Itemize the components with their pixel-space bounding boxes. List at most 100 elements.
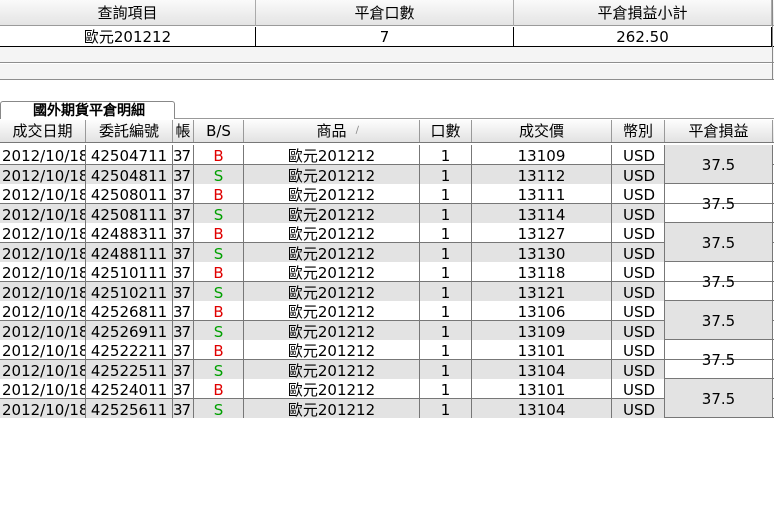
cell-product: 歐元201212 <box>244 281 420 301</box>
cell-currency: USD <box>612 262 665 281</box>
summary-header: 查詢項目 平倉口數 平倉損益小計 <box>0 0 774 26</box>
col-bs[interactable]: B/S <box>194 120 244 142</box>
summary-empty-row <box>0 47 774 63</box>
cell-lots: 1 <box>420 379 472 398</box>
col-price[interactable]: 成交價 <box>472 120 612 142</box>
cell-account: 37 <box>173 262 194 281</box>
col-lots[interactable]: 口數 <box>420 120 472 142</box>
cell-product: 歐元201212 <box>244 203 420 223</box>
cell-bs: S <box>194 281 244 301</box>
cell-trade-date: 2012/10/18 <box>0 203 86 223</box>
table-row[interactable]: 2012/10/18 42504811 37 S 歐元201212 1 13112 USD <box>0 164 774 184</box>
tab-closed-positions[interactable]: 國外期貨平倉明細 <box>0 101 175 119</box>
cell-lots: 1 <box>420 145 472 164</box>
cell-lots: 1 <box>420 242 472 262</box>
col-currency[interactable]: 幣別 <box>612 120 665 142</box>
summary-col-pl[interactable]: 平倉損益小計 <box>514 0 772 26</box>
col-order-no[interactable]: 委託編號 <box>86 120 173 142</box>
summary-row[interactable]: 歐元201212 7 262.50 <box>0 27 774 47</box>
cell-price: 13101 <box>472 379 612 398</box>
pl-merged-column: 37.5 37.5 37.5 37.5 37.5 37.5 37.5 <box>665 145 773 418</box>
cell-pl: 37.5 <box>665 301 773 340</box>
cell-price: 13104 <box>472 359 612 379</box>
cell-lots: 1 <box>420 184 472 203</box>
col-pl[interactable]: 平倉損益 <box>665 120 773 142</box>
detail-grid: 2012/10/18 42504711 37 B 歐元201212 1 13109 USD 20… <box>0 145 774 418</box>
cell-order-no: 42524011 <box>86 379 173 398</box>
cell-pl: 37.5 <box>665 184 773 223</box>
col-product[interactable]: 商品 ∕ <box>244 120 420 142</box>
cell-pl: 37.5 <box>665 340 773 379</box>
cell-lots: 1 <box>420 262 472 281</box>
summary-col-lots[interactable]: 平倉口數 <box>256 0 514 26</box>
cell-price: 13114 <box>472 203 612 223</box>
cell-product: 歐元201212 <box>244 145 420 164</box>
cell-product: 歐元201212 <box>244 184 420 203</box>
cell-lots: 1 <box>420 359 472 379</box>
table-row[interactable]: 2012/10/18 42508011 37 B 歐元201212 1 13111 USD <box>0 184 774 204</box>
cell-lots: 1 <box>420 340 472 359</box>
cell-currency: USD <box>612 320 665 340</box>
cell-order-no: 42522511 <box>86 359 173 379</box>
cell-account: 37 <box>173 359 194 379</box>
cell-price: 13121 <box>472 281 612 301</box>
cell-price: 13127 <box>472 223 612 242</box>
col-account[interactable]: 帳 <box>173 120 194 142</box>
cell-lots: 1 <box>420 301 472 320</box>
table-row[interactable]: 2012/10/18 42524011 37 B 歐元201212 1 13101 USD <box>0 379 774 399</box>
summary-item-value: 歐元201212 <box>0 27 256 46</box>
table-row[interactable]: 2012/10/18 42508111 37 S 歐元201212 1 13114 USD <box>0 203 774 223</box>
cell-bs: B <box>194 184 244 203</box>
cell-trade-date: 2012/10/18 <box>0 359 86 379</box>
cell-trade-date: 2012/10/18 <box>0 320 86 340</box>
table-row[interactable]: 2012/10/18 42488111 37 S 歐元201212 1 13130 USD <box>0 242 774 262</box>
cell-account: 37 <box>173 242 194 262</box>
cell-product: 歐元201212 <box>244 164 420 184</box>
cell-account: 37 <box>173 184 194 203</box>
cell-product: 歐元201212 <box>244 262 420 281</box>
table-row[interactable]: 2012/10/18 42522511 37 S 歐元201212 1 13104 USD <box>0 359 774 379</box>
cell-order-no: 42522211 <box>86 340 173 359</box>
cell-order-no: 42488111 <box>86 242 173 262</box>
summary-col-item[interactable]: 查詢項目 <box>0 0 256 26</box>
cell-trade-date: 2012/10/18 <box>2 145 86 164</box>
cell-price: 13118 <box>472 262 612 281</box>
cell-currency: USD <box>612 145 665 164</box>
cell-currency: USD <box>612 379 665 398</box>
cell-pl: 37.5 <box>665 223 773 262</box>
cell-trade-date: 2012/10/18 <box>0 164 86 184</box>
cell-bs: S <box>194 359 244 379</box>
cell-order-no: 42526811 <box>86 301 173 320</box>
cell-order-no: 42510111 <box>86 262 173 281</box>
cell-lots: 1 <box>420 203 472 223</box>
cell-bs: S <box>194 164 244 184</box>
table-row[interactable]: 2012/10/18 42510111 37 B 歐元201212 1 13118 USD <box>0 262 774 282</box>
cell-currency: USD <box>612 359 665 379</box>
cell-product: 歐元201212 <box>244 301 420 320</box>
col-trade-date[interactable]: 成交日期 <box>0 120 86 142</box>
cell-account: 37 <box>173 398 194 418</box>
table-row[interactable]: 2012/10/18 42510211 37 S 歐元201212 1 13121 USD <box>0 281 774 301</box>
cell-bs: B <box>194 223 244 242</box>
cell-trade-date: 2012/10/18 <box>2 301 86 320</box>
table-row[interactable]: 2012/10/18 42504711 37 B 歐元201212 1 13109 USD <box>0 145 774 165</box>
summary-scrollbar[interactable] <box>0 64 774 80</box>
table-row[interactable]: 2012/10/18 42526911 37 S 歐元201212 1 13109 USD <box>0 320 774 340</box>
sort-ascending-icon: ∕ <box>355 125 359 136</box>
summary-pl-value: 262.50 <box>514 27 772 46</box>
detail-header: 成交日期 委託編號 帳 B/S 商品 ∕ 口數 成交價 幣別 平倉損益 <box>0 120 774 143</box>
cell-product: 歐元201212 <box>244 359 420 379</box>
cell-currency: USD <box>612 340 665 359</box>
cell-price: 13104 <box>472 398 612 418</box>
cell-currency: USD <box>612 184 665 203</box>
table-row[interactable]: 2012/10/18 42488311 37 B 歐元201212 1 13127 USD <box>0 223 774 243</box>
cell-trade-date: 2012/10/18 <box>2 223 86 242</box>
table-row[interactable]: 2012/10/18 42525611 37 S 歐元201212 1 13104 USD <box>0 398 774 418</box>
cell-account: 37 <box>173 223 194 242</box>
cell-price: 13109 <box>472 320 612 340</box>
table-row[interactable]: 2012/10/18 42522211 37 B 歐元201212 1 13101 USD <box>0 340 774 360</box>
cell-currency: USD <box>612 281 665 301</box>
table-row[interactable]: 2012/10/18 42526811 37 B 歐元201212 1 13106 USD <box>0 301 774 321</box>
cell-product: 歐元201212 <box>244 379 420 398</box>
summary-lots-value: 7 <box>256 27 514 46</box>
